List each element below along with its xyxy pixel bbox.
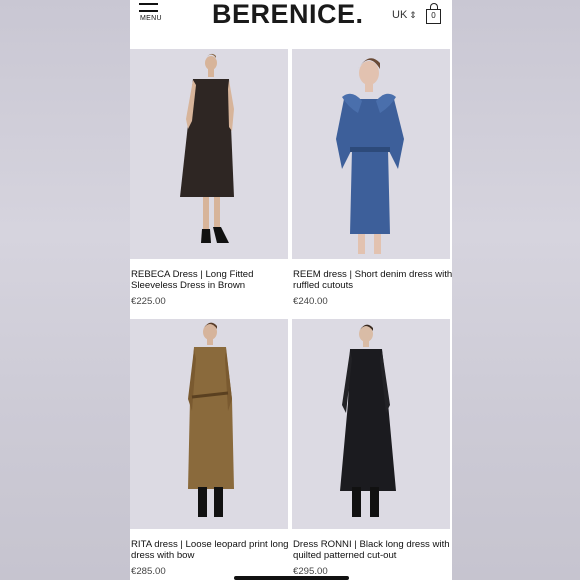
product-title[interactable]: Dress RONNI | Black long dress with quil… bbox=[293, 539, 452, 561]
product-image[interactable] bbox=[130, 319, 288, 529]
menu-label[interactable]: MENU bbox=[140, 15, 162, 22]
product-price: €240.00 bbox=[293, 296, 328, 307]
region-label: UK bbox=[392, 9, 408, 21]
chevron-updown-icon: ⇕ bbox=[409, 10, 417, 20]
product-price: €285.00 bbox=[131, 566, 166, 577]
product-image[interactable] bbox=[292, 49, 450, 259]
hamburger-icon bbox=[139, 3, 158, 5]
brand-logo[interactable]: BERENICE. bbox=[212, 0, 364, 30]
home-indicator[interactable] bbox=[234, 576, 349, 580]
model-illustration bbox=[130, 319, 288, 529]
product-image[interactable] bbox=[292, 319, 450, 529]
product-title[interactable]: RITA dress | Loose leopard print long dr… bbox=[131, 539, 291, 561]
model-illustration bbox=[292, 49, 450, 259]
shopping-bag-button[interactable]: 0 bbox=[426, 3, 442, 24]
product-image[interactable] bbox=[130, 49, 288, 259]
site-header: MENU BERENICE. UK ⇕ 0 bbox=[130, 0, 452, 42]
bag-count: 0 bbox=[431, 11, 436, 20]
blurred-background-left bbox=[0, 0, 130, 580]
phone-screen: MENU BERENICE. UK ⇕ 0 REBECA Dress | Lon… bbox=[130, 0, 452, 580]
model-illustration bbox=[292, 319, 450, 529]
hamburger-icon-bar bbox=[139, 10, 158, 12]
blurred-background-right bbox=[452, 0, 580, 580]
product-title[interactable]: REBECA Dress | Long Fitted Sleeveless Dr… bbox=[131, 269, 291, 291]
region-selector[interactable]: UK ⇕ bbox=[392, 9, 417, 21]
product-price: €225.00 bbox=[131, 296, 166, 307]
model-illustration bbox=[130, 49, 288, 259]
product-title[interactable]: REEM dress | Short denim dress with ruff… bbox=[293, 269, 452, 291]
